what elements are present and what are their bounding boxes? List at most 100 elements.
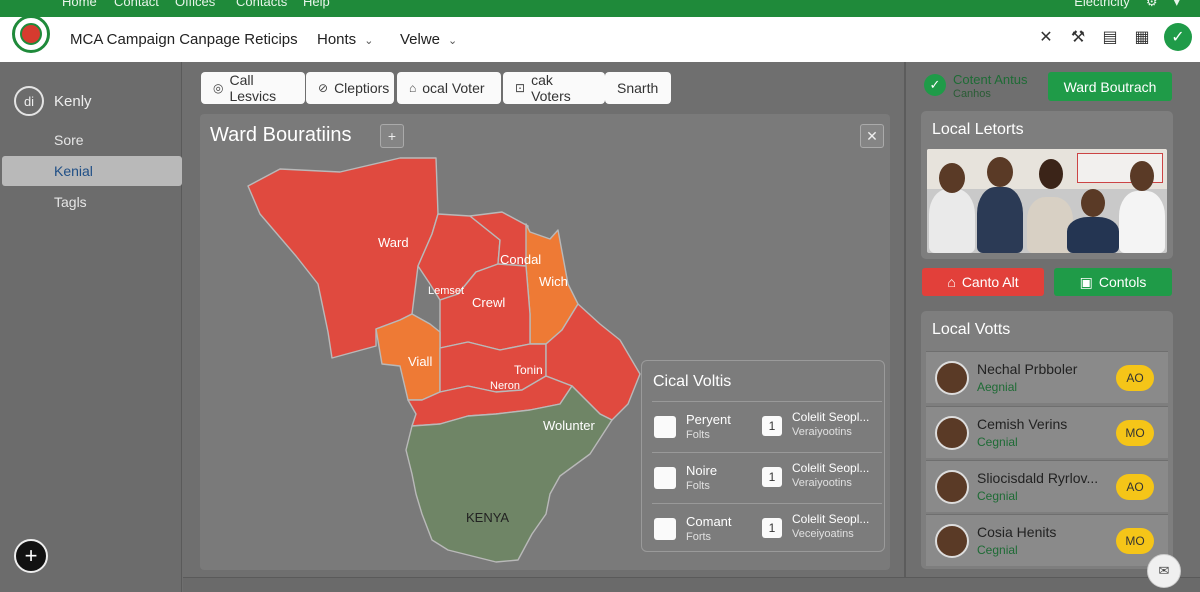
button-label: Canto Alt bbox=[961, 274, 1019, 290]
local-letorts-card: Local Letorts bbox=[921, 111, 1173, 259]
list-item[interactable]: Cosia Henits Cegnial MO bbox=[926, 514, 1168, 566]
menu-item-help[interactable]: Help bbox=[303, 0, 330, 9]
header-menu-velwe[interactable]: Velwe ⌄ bbox=[400, 31, 457, 48]
map-label-neron: Neron bbox=[490, 380, 520, 392]
sidebar-item-sore[interactable]: Sore bbox=[2, 125, 182, 155]
header-menu-honts[interactable]: Honts ⌄ bbox=[317, 31, 373, 48]
settings-icon[interactable]: ⚙ bbox=[1146, 0, 1158, 10]
header-menu-label: Velwe bbox=[400, 31, 441, 48]
row-name: Peryent bbox=[686, 412, 731, 427]
menu-item-contacts[interactable]: Contacts bbox=[236, 0, 287, 9]
home-icon: ⌂ bbox=[409, 81, 417, 95]
row-title: Colelit Seopl... bbox=[792, 512, 870, 526]
row-sub: Cegnial bbox=[977, 543, 1018, 557]
avatar bbox=[935, 416, 969, 450]
local-votts-card: Local Votts Nechal Prbboler Aegnial AO C… bbox=[921, 311, 1173, 569]
list-item[interactable]: Noire Folts 1 Colelit Seopl... Veraiyoot… bbox=[652, 452, 882, 502]
row-sub: Cegnial bbox=[977, 489, 1018, 503]
chip-cleptiors[interactable]: ⊘ Cleptiors bbox=[306, 72, 394, 104]
canto-alt-button[interactable]: ⌂ Canto Alt bbox=[922, 268, 1044, 296]
electricity-label[interactable]: Electricity bbox=[1074, 0, 1130, 10]
sidebar-item-kenial[interactable]: Kenial bbox=[2, 156, 182, 186]
list-item[interactable]: Cemish Verins Cegnial MO bbox=[926, 406, 1168, 458]
chevron-down-icon: ⌄ bbox=[448, 35, 458, 47]
clipboard-icon: ▣ bbox=[1079, 273, 1093, 290]
bottom-status-bar bbox=[183, 577, 1200, 592]
chip-label: Cleptiors bbox=[334, 80, 390, 96]
calendar-icon[interactable]: ▤ bbox=[1100, 27, 1120, 47]
user-icon: ⌂ bbox=[947, 274, 956, 290]
sidebar-brand[interactable]: di Kenly bbox=[14, 86, 92, 116]
dropdown-icon[interactable]: ▾ bbox=[1173, 0, 1180, 10]
list-item[interactable]: Peryent Folts 1 Colelit Seopl... Veraiyo… bbox=[652, 401, 882, 451]
local-voters-card: Cical Voltis Peryent Folts 1 Colelit Seo… bbox=[641, 360, 885, 552]
notification-icon[interactable]: ✉ bbox=[1147, 554, 1181, 588]
status-title: Cotent Antus bbox=[953, 72, 1028, 87]
menu-right-group: Electricity ⚙ ▾ bbox=[1074, 0, 1180, 10]
map-label-condal: Condal bbox=[500, 252, 541, 267]
chip-call-lesvics[interactable]: ◎ Call Lesvics bbox=[201, 72, 305, 104]
list-item[interactable]: Sliocisdald Ryrlov... Cegnial AO bbox=[926, 460, 1168, 512]
add-fab-button[interactable]: + bbox=[14, 539, 48, 573]
row-count-badge: 1 bbox=[762, 518, 782, 538]
status-badge[interactable]: MO bbox=[1116, 528, 1154, 554]
sidebar: di Kenly Sore Kenial Tagls + bbox=[0, 62, 182, 592]
chip-cak-voters[interactable]: ⊡ cak Voters bbox=[503, 72, 605, 104]
row-sub: Folts bbox=[686, 480, 710, 492]
brand-icon: di bbox=[14, 86, 44, 116]
card-title: Local Votts bbox=[932, 321, 1011, 338]
row-name: Nechal Prbboler bbox=[977, 361, 1078, 377]
status-badge[interactable]: AO bbox=[1116, 474, 1154, 500]
row-checkbox[interactable] bbox=[654, 467, 676, 489]
box-icon: ⊡ bbox=[515, 81, 526, 95]
app-header: MCA Campaign Canpage Reticips Honts ⌄ Vel… bbox=[0, 15, 1200, 62]
button-label: Contols bbox=[1098, 274, 1147, 290]
row-name: Noire bbox=[686, 463, 718, 478]
chip-local-voter[interactable]: ⌂ ocal Voter bbox=[397, 72, 501, 104]
chip-label: Call Lesvics bbox=[229, 72, 277, 104]
menu-item-offices[interactable]: Offices bbox=[175, 0, 215, 9]
row-title: Colelit Seopl... bbox=[792, 461, 870, 475]
contols-button[interactable]: ▣ Contols bbox=[1054, 268, 1172, 296]
avatar bbox=[935, 361, 969, 395]
status-check-icon: ✓ bbox=[924, 74, 946, 96]
header-menu-label: Honts bbox=[317, 31, 357, 48]
row-name: Cosia Henits bbox=[977, 524, 1057, 540]
chip-label: ocal Voter bbox=[422, 80, 485, 96]
row-name: Sliocisdald Ryrlov... bbox=[977, 470, 1099, 486]
map-label-kenya: KENYA bbox=[466, 510, 509, 525]
grid-icon[interactable]: ▦ bbox=[1132, 27, 1152, 47]
map-label-ward: Ward bbox=[378, 235, 409, 250]
logo bbox=[12, 15, 50, 53]
sidebar-brand-label: Kenly bbox=[54, 92, 92, 110]
close-icon[interactable]: ✕ bbox=[1036, 27, 1056, 47]
sidebar-item-label: Kenial bbox=[54, 163, 93, 179]
column-divider bbox=[904, 62, 906, 577]
list-item[interactable]: Comant Forts 1 Colelit Seopl... Veceiyoa… bbox=[652, 503, 882, 553]
chip-search[interactable]: Snarth bbox=[605, 72, 671, 104]
header-icons: ✕ ⚒ ▤ ▦ ✓ bbox=[1036, 23, 1192, 51]
row-name: Cemish Verins bbox=[977, 416, 1068, 432]
menu-item-contact[interactable]: Contact bbox=[114, 0, 159, 9]
sidebar-item-tagls[interactable]: Tagls bbox=[2, 187, 182, 217]
row-name: Comant bbox=[686, 514, 732, 529]
tools-icon[interactable]: ⚒ bbox=[1068, 27, 1088, 47]
row-sub: Forts bbox=[686, 531, 712, 543]
confirm-check-button[interactable]: ✓ bbox=[1164, 23, 1192, 51]
row-checkbox[interactable] bbox=[654, 518, 676, 540]
ward-boutrach-button[interactable]: Ward Boutrach bbox=[1048, 72, 1172, 101]
avatar bbox=[935, 470, 969, 504]
row-sub: Folts bbox=[686, 429, 710, 441]
menu-item-home[interactable]: Home bbox=[62, 0, 97, 9]
status-badge[interactable]: AO bbox=[1116, 365, 1154, 391]
chip-label: cak Voters bbox=[531, 72, 571, 104]
avatar bbox=[935, 524, 969, 558]
row-detail: Veraiyootins bbox=[792, 426, 852, 438]
row-count-badge: 1 bbox=[762, 467, 782, 487]
list-item[interactable]: Nechal Prbboler Aegnial AO bbox=[926, 351, 1168, 403]
row-checkbox[interactable] bbox=[654, 416, 676, 438]
map-label-tonin: Tonin bbox=[514, 363, 543, 377]
row-sub: Cegnial bbox=[977, 435, 1018, 449]
status-badge[interactable]: MO bbox=[1116, 420, 1154, 446]
row-detail: Veraiyootins bbox=[792, 477, 852, 489]
